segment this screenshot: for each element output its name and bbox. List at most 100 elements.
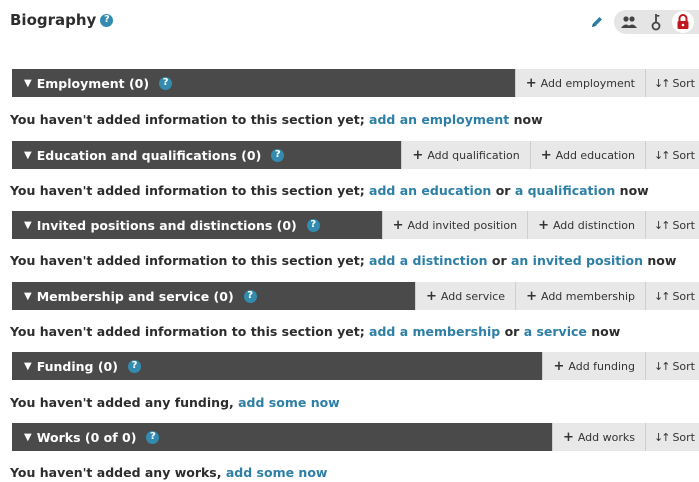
button-label: Add education: [555, 148, 635, 162]
sort-button[interactable]: ↓↑ Sort: [645, 69, 699, 97]
message-text: or: [491, 183, 515, 198]
sort-icon: ↓↑: [654, 148, 671, 162]
pencil-icon[interactable]: [590, 15, 604, 29]
empty-message-invited-positions: You haven't added information to this se…: [10, 253, 676, 268]
section-title: Funding (0): [36, 358, 118, 374]
section-title: Education and qualifications (0): [36, 147, 262, 163]
add-works-button[interactable]: + Add works: [551, 423, 645, 451]
button-label: Add qualification: [427, 148, 520, 162]
add-distinction-link[interactable]: add a distinction: [369, 253, 487, 268]
sort-button[interactable]: ↓↑ Sort: [645, 352, 699, 380]
section-education: ▼ Education and qualifications (0) ? + Ad…: [12, 141, 699, 169]
add-employment-button[interactable]: + Add employment: [514, 69, 645, 97]
add-service-button[interactable]: + Add service: [414, 282, 516, 310]
add-works-link[interactable]: add some now: [226, 465, 328, 480]
section-header-invited-positions[interactable]: ▼ Invited positions and distinctions (0)…: [12, 211, 387, 239]
help-icon[interactable]: ?: [243, 289, 257, 303]
section-actions: + Add qualification + Add education ↓↑ Sort: [401, 141, 699, 169]
add-distinction-button[interactable]: + Add distinction: [527, 211, 645, 239]
add-education-link[interactable]: add an education: [369, 183, 491, 198]
sort-icon: ↓↑: [654, 359, 671, 373]
plus-icon: +: [562, 429, 574, 445]
empty-message-education: You haven't added information to this se…: [10, 183, 649, 198]
message-text: now: [586, 324, 621, 339]
section-title: Employment (0): [36, 75, 150, 91]
add-qualification-link[interactable]: a qualification: [515, 183, 616, 198]
button-label: Sort: [672, 289, 695, 303]
sort-icon: ↓↑: [654, 289, 671, 303]
chevron-down-icon[interactable]: ▼: [24, 291, 32, 302]
section-header-works[interactable]: ▼ Works (0 of 0) ?: [12, 423, 557, 451]
button-label: Add membership: [540, 289, 635, 303]
message-text: You haven't added any funding,: [10, 395, 239, 410]
plus-icon: +: [412, 147, 424, 163]
section-employment: ▼ Employment (0) ? + Add employment ↓↑ Sor…: [12, 69, 699, 97]
add-invited-position-button[interactable]: + Add invited position: [381, 211, 528, 239]
sort-button[interactable]: ↓↑ Sort: [645, 211, 699, 239]
section-actions: + Add funding ↓↑ Sort: [542, 352, 699, 380]
help-icon[interactable]: ?: [127, 359, 141, 373]
help-icon[interactable]: ?: [100, 13, 114, 27]
button-label: Add distinction: [552, 218, 635, 232]
sort-button[interactable]: ↓↑ Sort: [645, 282, 699, 310]
empty-message-employment: You haven't added information to this se…: [10, 112, 543, 127]
button-label: Add employment: [540, 76, 635, 90]
section-actions: + Add invited position + Add distinction ↓…: [381, 211, 699, 239]
button-label: Sort: [672, 76, 695, 90]
message-text: or: [487, 253, 511, 268]
help-icon[interactable]: ?: [146, 430, 160, 444]
message-text: You haven't added information to this se…: [10, 183, 370, 198]
sort-button[interactable]: ↓↑ Sort: [645, 141, 699, 169]
sort-button[interactable]: ↓↑ Sort: [645, 423, 699, 451]
help-icon[interactable]: ?: [271, 148, 285, 162]
section-funding: ▼ Funding (0) ? + Add funding ↓↑ Sort: [12, 352, 699, 380]
chevron-down-icon[interactable]: ▼: [24, 220, 32, 231]
add-education-button[interactable]: + Add education: [529, 141, 645, 169]
section-header-employment[interactable]: ▼ Employment (0) ?: [12, 69, 520, 97]
plus-icon: +: [425, 288, 437, 304]
add-invited-position-link[interactable]: an invited position: [511, 253, 643, 268]
add-service-link[interactable]: a service: [524, 324, 587, 339]
message-text: You haven't added any works,: [10, 465, 226, 480]
add-employment-link[interactable]: add an employment: [369, 112, 509, 127]
section-title: Membership and service (0): [36, 288, 234, 304]
sort-icon: ↓↑: [654, 430, 671, 444]
group-icon[interactable]: [618, 11, 640, 33]
section-header-membership[interactable]: ▼ Membership and service (0) ?: [12, 282, 421, 310]
sort-icon: ↓↑: [654, 218, 671, 232]
section-header-education[interactable]: ▼ Education and qualifications (0) ?: [12, 141, 407, 169]
message-text: now: [615, 183, 649, 198]
button-label: Sort: [672, 218, 695, 232]
add-qualification-button[interactable]: + Add qualification: [401, 141, 530, 169]
add-funding-link[interactable]: add some now: [238, 395, 340, 410]
sort-icon: ↓↑: [654, 76, 671, 90]
empty-message-membership: You haven't added information to this se…: [10, 324, 620, 339]
lock-icon[interactable]: [672, 11, 694, 33]
section-actions: + Add works ↓↑ Sort: [551, 423, 699, 451]
plus-icon: +: [553, 358, 565, 374]
button-label: Add invited position: [407, 218, 518, 232]
section-membership: ▼ Membership and service (0) ? + Add serv…: [12, 282, 699, 310]
help-icon[interactable]: ?: [306, 218, 320, 232]
add-funding-button[interactable]: + Add funding: [542, 352, 645, 380]
section-actions: + Add employment ↓↑ Sort: [514, 69, 699, 97]
privacy-toggle[interactable]: [614, 10, 699, 34]
message-text: or: [500, 324, 524, 339]
section-header-funding[interactable]: ▼ Funding (0) ?: [12, 352, 548, 380]
help-icon[interactable]: ?: [159, 76, 173, 90]
plus-icon: +: [526, 288, 537, 304]
message-text: You haven't added information to this se…: [10, 253, 370, 268]
chevron-down-icon[interactable]: ▼: [24, 150, 32, 161]
button-label: Add service: [440, 289, 506, 303]
header-tools: [580, 10, 699, 34]
chevron-down-icon[interactable]: ▼: [24, 78, 32, 89]
button-label: Add funding: [568, 359, 635, 373]
add-membership-button[interactable]: + Add membership: [515, 282, 645, 310]
chevron-down-icon[interactable]: ▼: [24, 361, 32, 372]
section-invited-positions: ▼ Invited positions and distinctions (0)…: [12, 211, 699, 239]
chevron-down-icon[interactable]: ▼: [24, 432, 32, 443]
empty-message-funding: You haven't added any funding, add some …: [10, 395, 340, 410]
add-membership-link[interactable]: add a membership: [369, 324, 500, 339]
key-icon[interactable]: [645, 11, 667, 33]
plus-icon: +: [538, 217, 549, 233]
